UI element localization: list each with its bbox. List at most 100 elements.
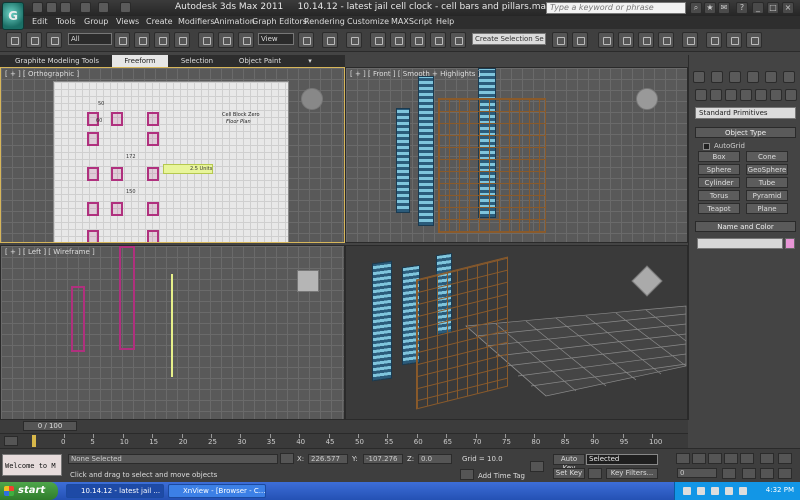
shapes-icon[interactable]	[710, 89, 722, 101]
zoom-all-icon[interactable]	[778, 453, 792, 464]
edit-named-selection-icon[interactable]	[450, 32, 466, 48]
select-manipulate-icon[interactable]	[322, 32, 338, 48]
pillar-object[interactable]	[396, 108, 410, 213]
cell-bars-object[interactable]	[438, 98, 546, 233]
search-input[interactable]: Type a keyword or phrase	[546, 2, 686, 14]
viewcube-icon[interactable]	[301, 88, 323, 110]
keyboard-shortcut-icon[interactable]	[346, 32, 362, 48]
goto-end-icon[interactable]	[740, 453, 754, 464]
zoom-icon[interactable]	[760, 453, 774, 464]
select-scale-icon[interactable]	[238, 32, 254, 48]
object-name-field[interactable]	[697, 238, 783, 249]
prev-frame-icon[interactable]	[692, 453, 706, 464]
object-type-rollout[interactable]: Object Type	[695, 127, 796, 138]
render-production-icon[interactable]	[746, 32, 762, 48]
time-slider-handle[interactable]: 0 / 100	[23, 421, 77, 431]
create-tab-icon[interactable]	[693, 71, 705, 83]
key-mode-dropdown[interactable]: Selected	[586, 454, 658, 465]
viewport-top[interactable]: [ + ] [ Orthographic ] Cell Block Zero F…	[0, 67, 345, 243]
menu-animation[interactable]: Animation	[214, 17, 255, 26]
help-icon[interactable]: ?	[736, 2, 748, 14]
tab-graphite-modeling-tools[interactable]: Graphite Modeling Tools	[12, 55, 102, 67]
mirror-icon[interactable]	[552, 32, 568, 48]
menu-create[interactable]: Create	[146, 17, 173, 26]
menu-help[interactable]: Help	[436, 17, 454, 26]
align-icon[interactable]	[572, 32, 588, 48]
app-logo-icon[interactable]: G	[2, 2, 24, 30]
z-coordinate-field[interactable]: 0.0	[418, 454, 452, 464]
motion-tab-icon[interactable]	[747, 71, 759, 83]
communication-icon[interactable]: ✉	[718, 2, 730, 14]
viewport-perspective[interactable]	[345, 245, 688, 420]
y-coordinate-field[interactable]: -107.276	[363, 454, 403, 464]
taskbar-item-xnview[interactable]: XnView - [Browser - C...	[168, 484, 266, 498]
name-color-rollout[interactable]: Name and Color	[695, 221, 796, 232]
tray-security-icon[interactable]	[711, 487, 719, 495]
goto-start-icon[interactable]	[676, 453, 690, 464]
menu-tools[interactable]: Tools	[56, 17, 76, 26]
box-button[interactable]: Box	[698, 151, 740, 162]
material-editor-icon[interactable]	[682, 32, 698, 48]
play-icon[interactable]	[708, 453, 722, 464]
selection-filter-dropdown[interactable]: All	[68, 33, 112, 45]
maxscript-listener[interactable]: Welcome to M	[2, 454, 62, 476]
viewport-front[interactable]: [ + ] [ Front ] [ Smooth + Highlights ]	[345, 67, 688, 243]
viewcube-icon[interactable]	[636, 88, 658, 110]
rendered-frame-window-icon[interactable]	[726, 32, 742, 48]
modify-tab-icon[interactable]	[711, 71, 723, 83]
redo-icon[interactable]	[98, 2, 109, 13]
percent-snap-icon[interactable]	[410, 32, 426, 48]
open-file-icon[interactable]	[46, 2, 57, 13]
save-file-icon[interactable]	[60, 2, 71, 13]
cell-bars-wireframe[interactable]	[171, 274, 173, 377]
plane-button[interactable]: Plane	[746, 203, 788, 214]
mini-curve-editor-icon[interactable]	[4, 436, 18, 446]
tray-update-icon[interactable]	[725, 487, 733, 495]
set-key-button[interactable]: Set Key	[553, 468, 585, 479]
utilities-tab-icon[interactable]	[783, 71, 795, 83]
schematic-view-icon[interactable]	[658, 32, 674, 48]
start-button[interactable]: start	[0, 482, 58, 500]
torus-button[interactable]: Torus	[698, 190, 740, 201]
lights-icon[interactable]	[725, 89, 737, 101]
select-move-icon[interactable]	[198, 32, 214, 48]
menu-rendering[interactable]: Rendering	[304, 17, 345, 26]
menu-maxscript[interactable]: MAXScript	[391, 17, 432, 26]
layer-manager-icon[interactable]	[598, 32, 614, 48]
tray-network-icon[interactable]	[683, 487, 691, 495]
sphere-button[interactable]: Sphere	[698, 164, 740, 175]
angle-snap-icon[interactable]	[390, 32, 406, 48]
tray-volume-icon[interactable]	[697, 487, 705, 495]
pan-icon[interactable]	[742, 468, 756, 479]
autogrid-checkbox[interactable]	[703, 143, 710, 150]
space-warps-icon[interactable]	[770, 89, 782, 101]
next-frame-icon[interactable]	[724, 453, 738, 464]
lock-selection-icon[interactable]	[280, 453, 294, 464]
pillar-wireframe[interactable]	[71, 286, 85, 352]
taskbar-item-3dsmax[interactable]: 10.14.12 - latest jail ...	[66, 484, 164, 498]
helpers-icon[interactable]	[755, 89, 767, 101]
graphite-toggle-icon[interactable]	[618, 32, 634, 48]
link-icon[interactable]	[46, 32, 62, 48]
selection-region-icon[interactable]	[154, 32, 170, 48]
orbit-icon[interactable]	[760, 468, 774, 479]
menu-group[interactable]: Group	[84, 17, 108, 26]
systems-icon[interactable]	[785, 89, 797, 101]
menu-edit[interactable]: Edit	[32, 17, 48, 26]
minimize-icon[interactable]: _	[752, 2, 764, 14]
key-filters-button[interactable]: Key Filters...	[606, 468, 658, 479]
display-tab-icon[interactable]	[765, 71, 777, 83]
x-coordinate-field[interactable]: 226.577	[308, 454, 348, 464]
redo-icon[interactable]	[26, 32, 42, 48]
search-icon[interactable]: ⌕	[690, 2, 702, 14]
tray-app-icon[interactable]	[739, 487, 747, 495]
viewport-label[interactable]: [ + ] [ Left ] [ Wireframe ]	[5, 248, 95, 256]
select-object-icon[interactable]	[114, 32, 130, 48]
pillar-wireframe[interactable]	[119, 246, 135, 350]
reference-coordinate-dropdown[interactable]: View	[258, 33, 294, 45]
render-setup-icon[interactable]	[706, 32, 722, 48]
tube-button[interactable]: Tube	[746, 177, 788, 188]
pyramid-button[interactable]: Pyramid	[746, 190, 788, 201]
new-file-icon[interactable]	[32, 2, 43, 13]
menu-views[interactable]: Views	[116, 17, 139, 26]
